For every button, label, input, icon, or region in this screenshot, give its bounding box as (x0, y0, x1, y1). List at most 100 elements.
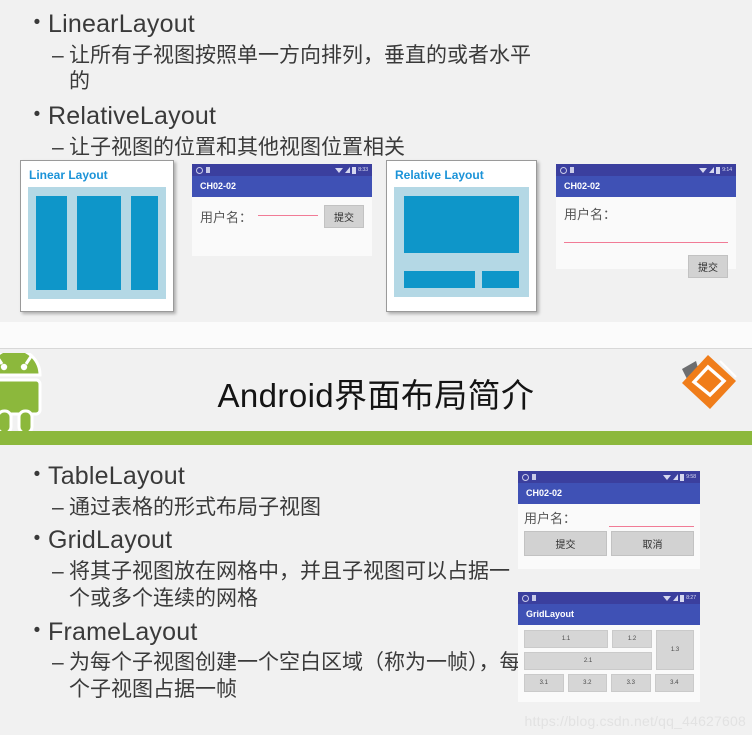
section-separator (0, 322, 752, 349)
bullet-relativelayout-detail: – 让子视图的位置和其他视图位置相关 (52, 135, 726, 162)
wifi-icon (663, 474, 672, 480)
bullet-tablelayout: • TableLayout (26, 462, 526, 492)
app-bar-title: CH02-02 (518, 483, 700, 504)
username-input[interactable] (564, 241, 728, 243)
status-clock: 8:27 (686, 595, 696, 601)
diagram-stage (28, 187, 166, 299)
diagram-title: Linear Layout (29, 168, 108, 182)
battery-icon (680, 594, 685, 602)
bullet-relativelayout: • RelativeLayout (26, 102, 726, 132)
grid-cell[interactable]: 1.1 (524, 630, 608, 648)
app-bar-title: CH02-02 (556, 176, 736, 197)
signal-icon (709, 167, 715, 173)
bullet-title: TableLayout (48, 462, 186, 490)
username-label: 用户名： (200, 210, 253, 225)
username-input-wrap[interactable] (609, 525, 694, 527)
bottom-bullet-list: • TableLayout – 通过表格的形式布局子视图 • GridLayou… (26, 458, 526, 709)
username-input[interactable] (258, 214, 318, 216)
username-label: 用户名： (564, 207, 617, 222)
bullet-detail: 通过表格的形式布局子视图 (69, 495, 321, 519)
cancel-button[interactable]: 取消 (611, 531, 694, 556)
button-row: 提交 取消 (518, 527, 700, 556)
phone-screenshot-relative-layout: 9:14 CH02-02 用户名： 提交 (556, 164, 736, 278)
diagram-card-linear-layout: Linear Layout (20, 160, 174, 312)
diagram-block (404, 271, 476, 288)
grid-cell[interactable]: 1.2 (612, 630, 652, 648)
bullet-title: RelativeLayout (48, 102, 217, 131)
settings-icon (522, 594, 529, 602)
grid-cell[interactable]: 1.3 (656, 630, 694, 670)
phone-content: 1.1 1.2 2.1 1.3 3.1 3.2 3.3 3.4 (518, 625, 700, 701)
submit-button[interactable]: 提交 (324, 205, 364, 228)
bullet-detail: 将其子视图放在网格中，并且子视图可以占据一个或多个连续的网格 (69, 559, 510, 610)
status-left-icons (560, 166, 574, 174)
submit-button[interactable]: 提交 (524, 531, 607, 556)
phone-content: 用户名： 提交 (192, 197, 372, 228)
status-clock: 9:14 (722, 167, 732, 173)
settings-icon (196, 166, 203, 174)
bullet-detail: 为每个子视图创建一个空白区域（称为一帧），每个子视图占据一帧 (69, 651, 521, 701)
bullet-dash-icon: – (52, 43, 64, 67)
battery-icon (680, 473, 685, 481)
watermark-text: https://blog.csdn.net/qq_44627608 (524, 713, 746, 729)
android-status-bar: 8:33 (192, 164, 372, 176)
bullet-linearlayout: • LinearLayout (26, 10, 726, 40)
diagram-stage (394, 187, 529, 297)
form-row: 用户名： 提交 (192, 197, 372, 228)
battery-icon (716, 166, 721, 174)
grid-cell[interactable]: 3.2 (567, 674, 607, 692)
eclipse-logo-icon (682, 355, 737, 409)
bullet-gridlayout-detail: – 将其子视图放在网格中，并且子视图可以占据一个或多个连续的网格 (52, 559, 526, 613)
phone-content: 用户名： 提交 取消 (518, 504, 700, 556)
bullet-dash-icon: – (52, 651, 64, 675)
bullet-dot-icon: • (33, 104, 41, 126)
status-left-icons (522, 473, 536, 481)
bullet-gridlayout: • GridLayout (26, 526, 526, 556)
wifi-icon (663, 595, 672, 601)
diagram-block (36, 196, 67, 290)
bullet-title: FrameLayout (48, 617, 198, 646)
app-bar-title: GridLayout (518, 604, 700, 625)
username-input[interactable] (609, 525, 694, 527)
wifi-icon (335, 167, 344, 173)
sim-icon (570, 167, 574, 173)
top-bullet-list: • LinearLayout – 让所有子视图按照单一方向排列，垂直的或者水平的… (26, 8, 726, 168)
phone-content: 用户名： 提交 (556, 197, 736, 278)
bullet-dash-icon: – (52, 559, 64, 583)
diagram-block (404, 196, 519, 254)
section-banner: Android界面布局简介 (0, 349, 752, 447)
grid-cell[interactable]: 3.3 (611, 674, 651, 692)
grid-cell[interactable]: 3.4 (654, 674, 694, 692)
app-bar-title: CH02-02 (192, 176, 372, 197)
bullet-detail: 让子视图的位置和其他视图位置相关 (69, 135, 405, 159)
signal-icon (345, 167, 351, 173)
diagram-block (76, 196, 121, 290)
android-status-bar: 9:58 (518, 471, 700, 483)
settings-icon (560, 166, 567, 174)
submit-button[interactable]: 提交 (688, 255, 728, 278)
grid-top-wrap: 1.1 1.2 2.1 1.3 (524, 630, 694, 674)
grid-cell[interactable]: 3.1 (524, 674, 564, 692)
grid-cell[interactable]: 2.1 (524, 652, 652, 670)
bullet-dot-icon: • (33, 464, 41, 485)
form-row: 用户名： (518, 508, 700, 527)
settings-icon (522, 473, 529, 481)
status-clock: 8:33 (358, 167, 368, 173)
bullet-tablelayout-detail: – 通过表格的形式布局子视图 (52, 495, 526, 522)
diagram-block (131, 196, 158, 290)
bullet-title: LinearLayout (48, 10, 195, 38)
slide-canvas: • LinearLayout – 让所有子视图按照单一方向排列，垂直的或者水平的… (0, 0, 752, 735)
grid-row: 3.1 3.2 3.3 3.4 (524, 674, 694, 692)
bullet-dot-icon: • (33, 12, 41, 33)
grid-left-column: 1.1 1.2 2.1 (524, 630, 652, 674)
status-left-icons (522, 594, 536, 602)
bullet-dash-icon: – (52, 135, 64, 159)
grid-row: 1.1 1.2 (524, 630, 652, 648)
banner-green-bar (0, 431, 752, 445)
diagram-title: Relative Layout (395, 168, 484, 182)
status-right-icons: 8:27 (663, 594, 696, 602)
status-right-icons: 8:33 (335, 166, 368, 174)
status-clock: 9:58 (686, 474, 696, 480)
diagram-block (482, 271, 519, 288)
bullet-title: GridLayout (48, 526, 173, 555)
